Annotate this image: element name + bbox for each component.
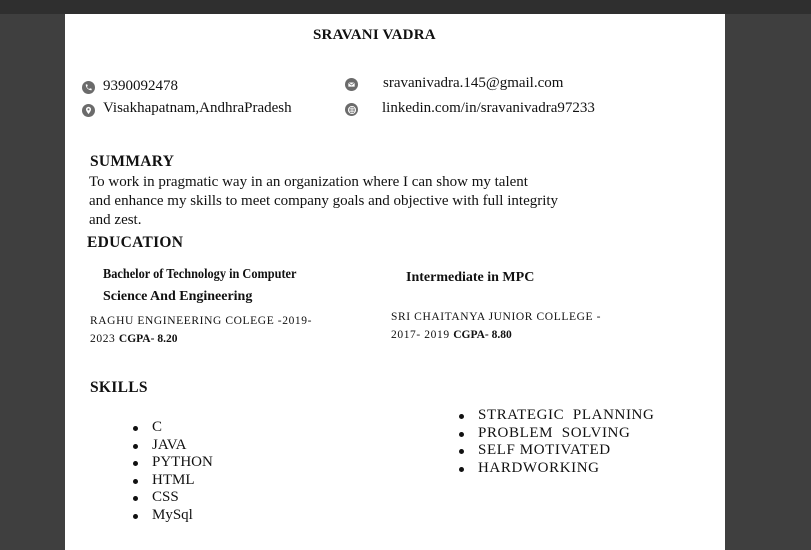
location-pin-icon xyxy=(82,104,95,117)
skill-item: CSS xyxy=(129,489,213,507)
skill-item: HARDWORKING xyxy=(455,460,654,478)
degree2-years: 2017- 2019 xyxy=(391,329,450,341)
phone-number: 9390092478 xyxy=(103,78,178,94)
degree2-years-cgpa: 2017- 2019 CGPA- 8.80 xyxy=(391,326,512,344)
summary-heading: SUMMARY xyxy=(90,153,175,170)
skill-item: PROBLEM SOLVING xyxy=(455,425,654,443)
viewer-toolbar xyxy=(0,0,811,14)
degree2-institution: SRI CHAITANYA JUNIOR COLLEGE - xyxy=(391,311,602,323)
skill-item: STRATEGIC PLANNING xyxy=(455,407,654,425)
resume-page: SRAVANI VADRA 9390092478 Visakhapatnam,A… xyxy=(65,14,725,550)
summary-line-1: To work in pragmatic way in an organizat… xyxy=(89,174,528,190)
candidate-name: SRAVANI VADRA xyxy=(313,27,436,43)
skill-item: JAVA xyxy=(129,437,213,455)
degree1-institution: RAGHU ENGINEERING COLEGE -2019- xyxy=(90,315,313,327)
degree1-years-cgpa: 2023 CGPA- 8.20 xyxy=(90,330,177,348)
degree1-title-line2: Science And Engineering xyxy=(103,289,253,304)
technical-skills-list: C JAVA PYTHON HTML CSS MySql xyxy=(129,419,213,525)
globe-icon xyxy=(345,103,358,116)
skill-item: SELF MOTIVATED xyxy=(455,442,654,460)
phone-icon xyxy=(82,81,95,94)
summary-line-2: and enhance my skills to meet company go… xyxy=(89,193,559,209)
education-heading: EDUCATION xyxy=(87,234,184,251)
degree1-title-line1: Bachelor of Technology in Computer xyxy=(103,267,297,282)
degree1-years: 2023 xyxy=(90,333,116,345)
skill-item: C xyxy=(129,419,213,437)
degree1-cgpa: 8.20 xyxy=(157,333,178,345)
envelope-icon xyxy=(345,78,358,91)
skills-heading: SKILLS xyxy=(90,379,148,396)
degree2-cgpa: 8.80 xyxy=(491,329,512,341)
email-link[interactable]: sravanivadra.145@gmail.com xyxy=(383,75,563,92)
soft-skills-list: STRATEGIC PLANNING PROBLEM SOLVING SELF … xyxy=(455,407,654,477)
linkedin-link[interactable]: linkedin.com/in/sravanivadra97233 xyxy=(382,100,595,117)
degree2-title: Intermediate in MPC xyxy=(406,270,535,285)
summary-line-3: and zest. xyxy=(89,212,142,228)
location: Visakhapatnam,AndhraPradesh xyxy=(103,100,292,116)
skill-item: MySql xyxy=(129,507,213,525)
skill-item: PYTHON xyxy=(129,454,213,472)
degree2-cgpa-label: CGPA- xyxy=(453,329,492,341)
skill-item: HTML xyxy=(129,472,213,490)
degree1-cgpa-label: CGPA- xyxy=(118,333,158,345)
